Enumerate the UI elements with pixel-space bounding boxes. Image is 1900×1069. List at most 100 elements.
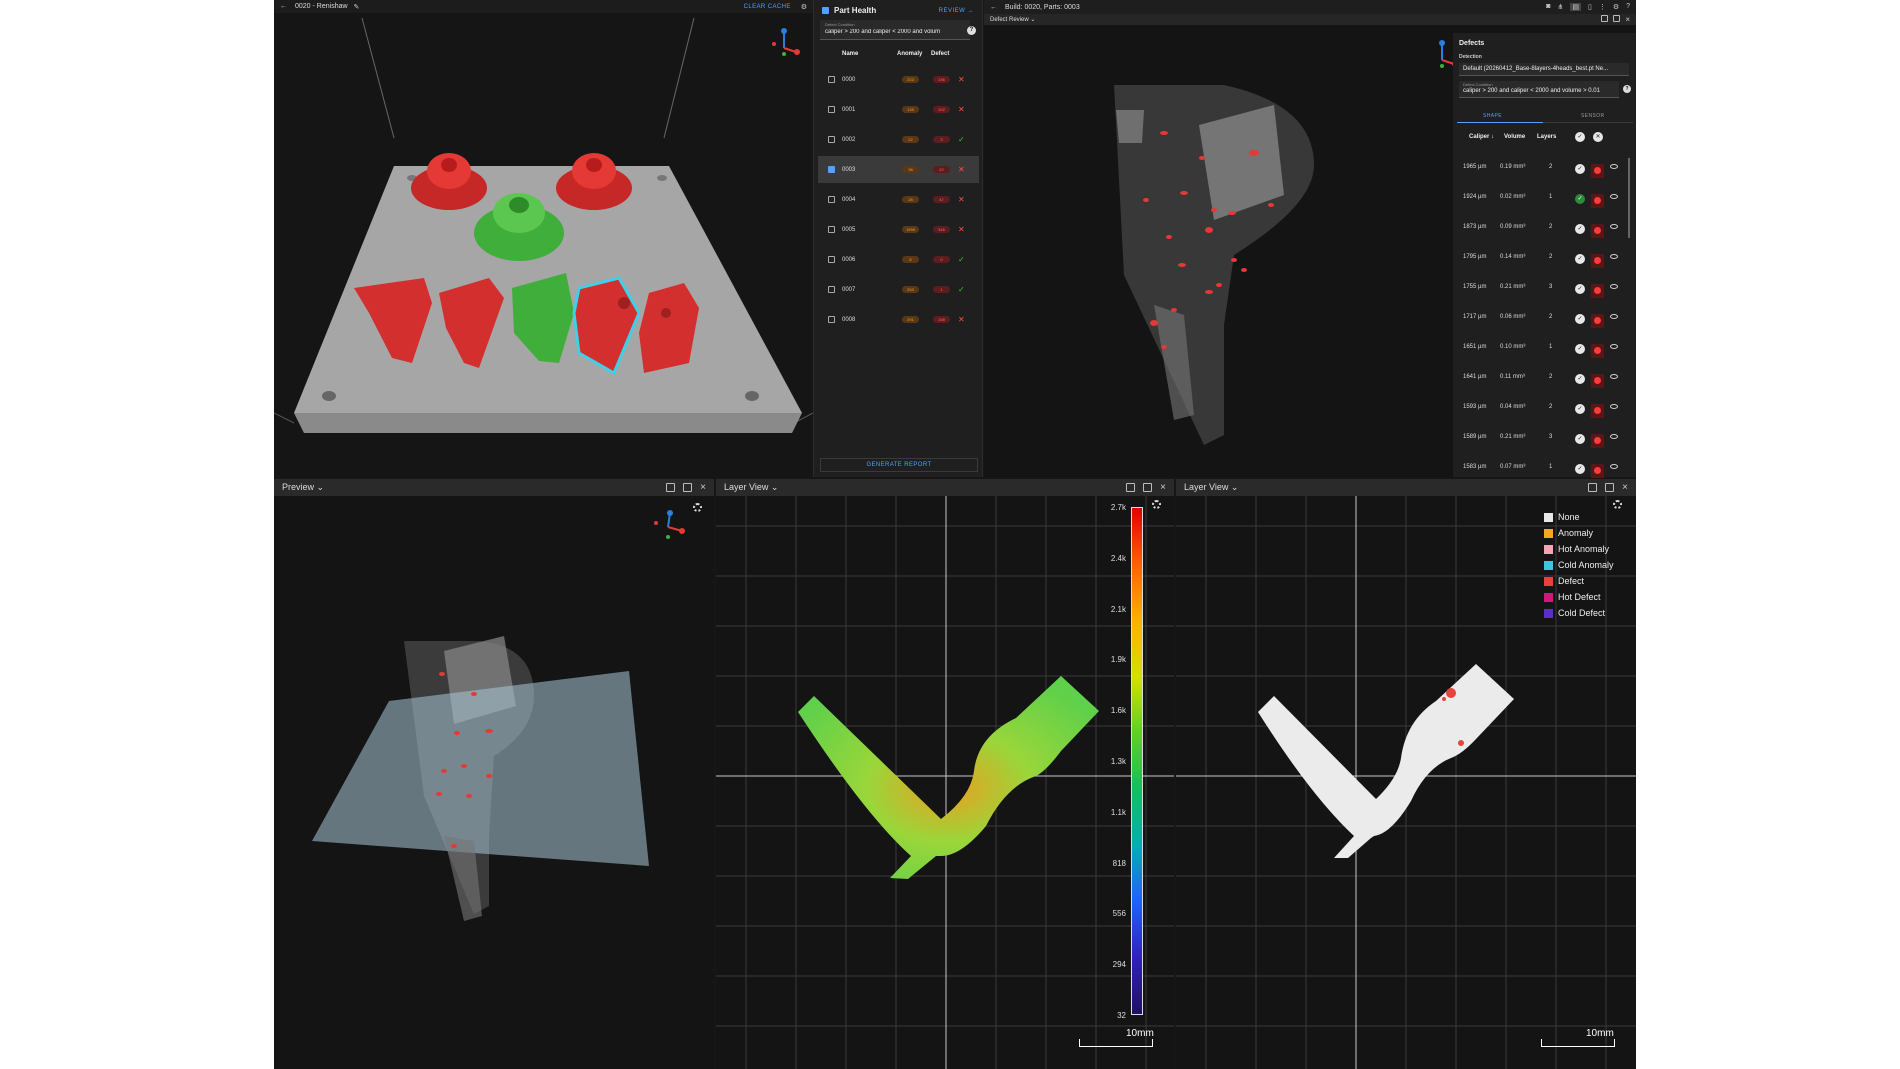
- accept-check-icon[interactable]: ✓: [1575, 314, 1585, 324]
- close-icon[interactable]: ×: [1160, 483, 1166, 493]
- part-row[interactable]: 0006 8 0 ✓: [818, 246, 979, 273]
- defect-row[interactable]: 1873 µm 0.09 mm³ 2 ✓: [1453, 213, 1636, 243]
- reject-icon[interactable]: [1591, 194, 1604, 208]
- build-plate-view[interactable]: ← 0020 - Renishaw ✎ CLEAR CACHE ⚙: [274, 0, 813, 477]
- defect-row[interactable]: 1593 µm 0.04 mm³ 2 ✓: [1453, 393, 1636, 423]
- defect-row[interactable]: 1924 µm 0.02 mm³ 1 ✓: [1453, 183, 1636, 213]
- accept-check-icon[interactable]: ✓: [1575, 254, 1585, 264]
- col-defect[interactable]: Defect: [931, 51, 949, 57]
- legend-item[interactable]: Defect: [1544, 573, 1614, 589]
- help-circle-icon[interactable]: ?: [1626, 3, 1630, 11]
- part-row[interactable]: 0002 22 3 ✓: [818, 126, 979, 153]
- layer-view-dropdown[interactable]: Layer View ⌄: [1184, 482, 1238, 493]
- document-icon[interactable]: ▯: [1588, 3, 1592, 11]
- accept-check-icon[interactable]: ✓: [1575, 284, 1585, 294]
- back-arrow-icon[interactable]: ←: [280, 3, 287, 10]
- visibility-eye-icon[interactable]: [1610, 344, 1618, 349]
- legend-item[interactable]: Cold Anomaly: [1544, 557, 1614, 573]
- defect-condition-field[interactable]: Defect Condition caliper > 200 and calip…: [820, 20, 970, 40]
- impeller-part-red-left[interactable]: [411, 153, 487, 210]
- reject-icon[interactable]: [1591, 164, 1604, 178]
- part-row[interactable]: 0003 36 22 ✕: [818, 156, 979, 183]
- accept-check-icon[interactable]: ✓: [1575, 164, 1585, 174]
- edit-pencil-icon[interactable]: ✎: [354, 3, 360, 11]
- legend-item[interactable]: None: [1544, 509, 1614, 525]
- visibility-eye-icon[interactable]: [1610, 224, 1618, 229]
- accept-check-icon[interactable]: ✓: [1575, 194, 1585, 204]
- reject-icon[interactable]: [1591, 374, 1604, 388]
- row-checkbox[interactable]: [828, 166, 835, 173]
- defect-review-dropdown[interactable]: Defect Review ⌄: [990, 17, 1035, 23]
- layer-view-classification[interactable]: Layer View ⌄ × None Anomaly Hot Anomaly …: [1176, 479, 1636, 1069]
- tree-icon[interactable]: ⋔: [1557, 3, 1563, 11]
- visibility-eye-icon[interactable]: [1610, 284, 1618, 289]
- visibility-eye-icon[interactable]: [1610, 434, 1618, 439]
- accept-check-icon[interactable]: ✓: [1575, 404, 1585, 414]
- defect-row[interactable]: 1795 µm 0.14 mm³ 2 ✓: [1453, 243, 1636, 273]
- split-horizontal-icon[interactable]: [683, 483, 693, 492]
- row-checkbox[interactable]: [828, 106, 835, 113]
- row-checkbox[interactable]: [828, 256, 835, 263]
- col-layers[interactable]: Layers: [1537, 134, 1556, 140]
- impeller-part-red-right[interactable]: [556, 153, 632, 210]
- tab-shape[interactable]: SHAPE: [1483, 113, 1502, 119]
- part-row[interactable]: 0000 223 136 ✕: [818, 66, 979, 93]
- visibility-eye-icon[interactable]: [1610, 314, 1618, 319]
- camera-icon[interactable]: ◙: [1546, 3, 1550, 11]
- accept-check-icon[interactable]: ✓: [1575, 224, 1585, 234]
- legend-item[interactable]: Anomaly: [1544, 525, 1614, 541]
- settings-gear-icon[interactable]: [1613, 500, 1622, 509]
- split-vertical-icon[interactable]: [666, 483, 676, 492]
- split-vertical-icon[interactable]: [1126, 483, 1136, 492]
- review-link[interactable]: REVIEW →: [939, 8, 974, 14]
- reject-icon[interactable]: [1591, 464, 1604, 478]
- scrollbar[interactable]: [1628, 158, 1630, 238]
- reject-all-icon[interactable]: ✕: [1593, 132, 1603, 142]
- part-row[interactable]: 0005 1999 346 ✕: [818, 216, 979, 243]
- part-row[interactable]: 0007 253 1 ✓: [818, 276, 979, 303]
- back-arrow-icon[interactable]: ←: [990, 4, 997, 11]
- row-checkbox[interactable]: [828, 76, 835, 83]
- defect-row[interactable]: 1589 µm 0.21 mm³ 3 ✓: [1453, 423, 1636, 453]
- generate-report-button[interactable]: GENERATE REPORT: [820, 458, 978, 472]
- col-volume[interactable]: Volume: [1504, 134, 1525, 140]
- split-vertical-icon[interactable]: [1601, 15, 1609, 22]
- defect-row[interactable]: 1755 µm 0.21 mm³ 3 ✓: [1453, 273, 1636, 303]
- reject-icon[interactable]: [1591, 314, 1604, 328]
- col-caliper[interactable]: Caliper ↓: [1469, 134, 1494, 140]
- split-horizontal-icon[interactable]: [1143, 483, 1153, 492]
- row-checkbox[interactable]: [828, 136, 835, 143]
- legend-item[interactable]: Cold Defect: [1544, 605, 1614, 621]
- split-horizontal-icon[interactable]: [1605, 483, 1615, 492]
- reject-icon[interactable]: [1591, 254, 1604, 268]
- more-icon[interactable]: ⋮: [1599, 3, 1606, 11]
- row-checkbox[interactable]: [828, 286, 835, 293]
- tab-sensor[interactable]: SENSOR: [1581, 113, 1605, 119]
- legend-item[interactable]: Hot Anomaly: [1544, 541, 1614, 557]
- row-checkbox[interactable]: [828, 196, 835, 203]
- help-icon[interactable]: ?: [967, 26, 976, 35]
- split-vertical-icon[interactable]: [1588, 483, 1598, 492]
- close-icon[interactable]: ×: [1625, 15, 1630, 24]
- settings-gear-icon[interactable]: [1152, 500, 1161, 509]
- preview-view[interactable]: Preview ⌄ ×: [274, 479, 714, 1069]
- row-checkbox[interactable]: [828, 226, 835, 233]
- col-name[interactable]: Name: [842, 51, 858, 57]
- reject-icon[interactable]: [1591, 434, 1604, 448]
- comment-icon[interactable]: ▤: [1570, 3, 1581, 11]
- defect-marker[interactable]: [1442, 697, 1446, 701]
- part-row[interactable]: 0008 291 158 ✕: [818, 306, 979, 333]
- accept-check-icon[interactable]: ✓: [1575, 374, 1585, 384]
- reject-icon[interactable]: [1591, 224, 1604, 238]
- visibility-eye-icon[interactable]: [1610, 464, 1618, 469]
- clear-cache-button[interactable]: CLEAR CACHE: [744, 4, 791, 10]
- defect-row[interactable]: 1641 µm 0.11 mm³ 2 ✓: [1453, 363, 1636, 393]
- layer-view-heatmap[interactable]: Layer View ⌄ × 2.7k 2.4k 2.1k 1.9k 1.6k …: [716, 479, 1174, 1069]
- visibility-eye-icon[interactable]: [1610, 374, 1618, 379]
- col-anomaly[interactable]: Anomaly: [897, 51, 922, 57]
- visibility-eye-icon[interactable]: [1610, 164, 1618, 169]
- row-checkbox[interactable]: [828, 316, 835, 323]
- close-icon[interactable]: ×: [700, 483, 706, 493]
- defect-marker[interactable]: [1458, 740, 1464, 746]
- accept-check-icon[interactable]: ✓: [1575, 434, 1585, 444]
